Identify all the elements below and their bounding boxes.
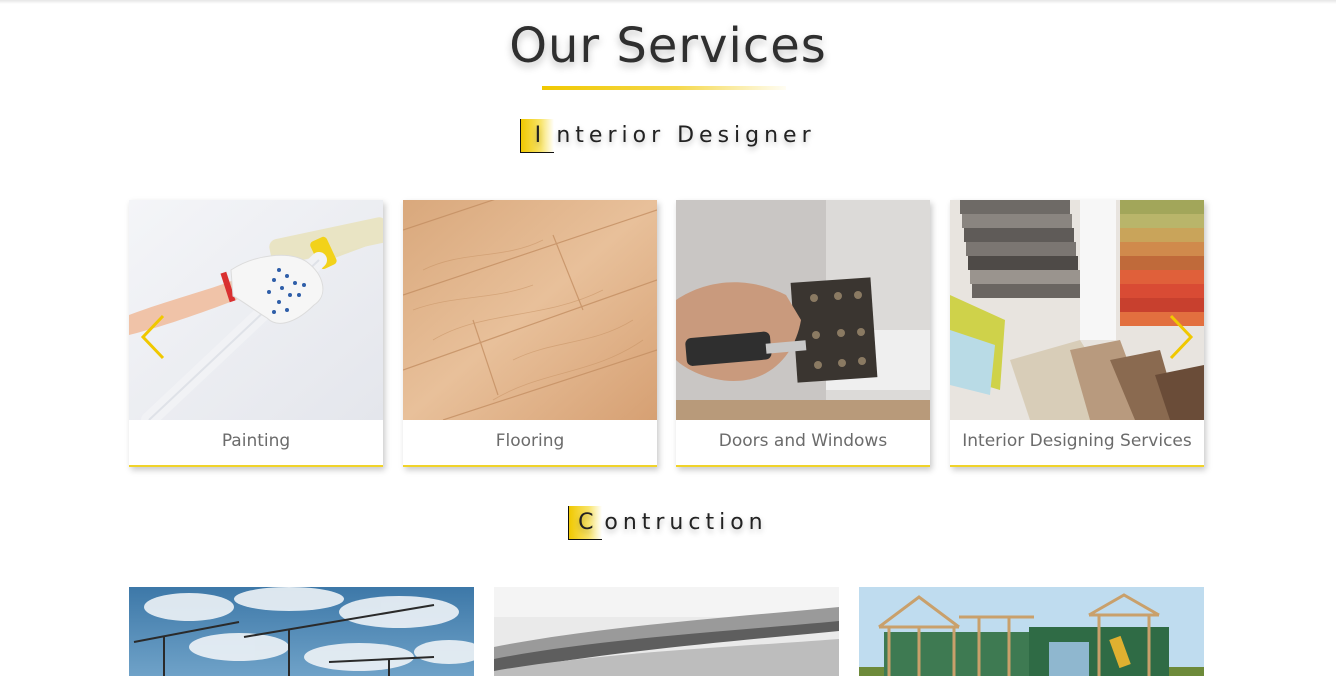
service-card-doors-windows[interactable]: Doors and Windows — [676, 200, 930, 467]
service-card-flooring[interactable]: Flooring — [403, 200, 657, 467]
chevron-left-icon — [140, 314, 165, 360]
top-shadow — [0, 0, 1336, 4]
title-underline — [542, 86, 786, 90]
interior-heading-rest: nterior Designer — [556, 123, 816, 148]
flooring-image — [403, 200, 657, 420]
interior-designing-image — [950, 200, 1204, 420]
construction-image-rods[interactable] — [494, 587, 839, 676]
carousel-next-button[interactable] — [1165, 312, 1195, 362]
construction-heading-rest: ontruction — [604, 510, 768, 535]
card-caption: Painting — [221, 431, 291, 451]
construction-heading: Contruction — [0, 506, 1336, 540]
construction-heading-initial: C — [568, 506, 603, 540]
doors-windows-image — [676, 200, 930, 420]
interior-heading-initial: I — [520, 119, 555, 153]
card-caption: Doors and Windows — [718, 431, 888, 451]
construction-image-crane[interactable] — [129, 587, 474, 676]
chevron-right-icon — [1169, 314, 1194, 360]
carousel-prev-button[interactable] — [139, 312, 169, 362]
card-caption: Interior Designing Services — [962, 431, 1192, 451]
page-title: Our Services — [509, 18, 827, 74]
construction-image-framing[interactable] — [859, 587, 1204, 676]
interior-heading: Interior Designer — [0, 119, 1336, 153]
painting-image — [129, 200, 383, 420]
card-caption: Flooring — [495, 431, 565, 451]
interior-carousel: Painting Flooring Doors and Windows Inte… — [129, 200, 1204, 468]
